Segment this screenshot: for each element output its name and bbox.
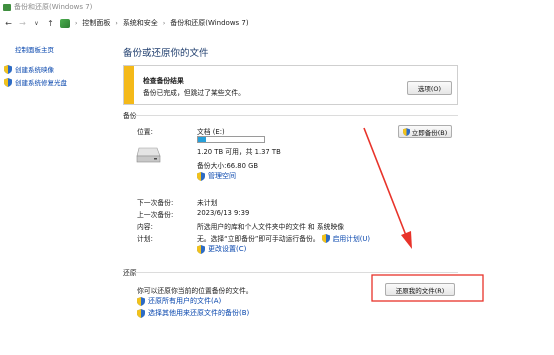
app-icon	[3, 3, 11, 11]
shield-icon	[137, 296, 145, 306]
shield-icon	[321, 233, 330, 243]
drive-icon	[136, 147, 161, 163]
restore-all-users-link[interactable]: 还原所有用户的文件(A)	[137, 296, 221, 306]
schedule-row: 无。选择“立即备份”即可手动运行备份。 启用计划(U)	[197, 233, 370, 243]
contents-label: 内容:	[137, 223, 153, 231]
change-settings-link[interactable]: 更改设置(C)	[197, 244, 246, 254]
backup-size-text: 备份大小:66.80 GB	[197, 162, 259, 170]
annotation-arrow-head	[401, 231, 412, 249]
next-backup-value: 未计划	[197, 199, 218, 207]
schedule-value: 无。选择“立即备份”即可手动运行备份。	[197, 235, 320, 243]
restore-all-users-label: 还原所有用户的文件(A)	[148, 297, 222, 305]
banner-message: 备份已完成，但跳过了某些文件。	[143, 89, 245, 97]
sidebar-item-label: 创建系统映像	[15, 66, 54, 74]
backup-result-banner: 检查备份结果 备份已完成，但跳过了某些文件。 选项(O)	[123, 65, 458, 105]
next-backup-label: 下一次备份:	[137, 199, 174, 207]
section-divider	[135, 272, 458, 273]
banner-title: 检查备份结果	[143, 77, 184, 85]
manage-space-label: 管理空间	[208, 172, 236, 180]
enable-schedule-link[interactable]: 启用计划(U)	[321, 233, 371, 243]
disk-usage-fill	[198, 137, 207, 142]
location-value: 文档 (E:)	[197, 128, 225, 136]
shield-icon	[402, 127, 410, 136]
breadcrumb-separator-icon: ›	[115, 19, 118, 27]
page-title: 备份或还原你的文件	[123, 48, 209, 59]
change-settings-label: 更改设置(C)	[208, 245, 247, 253]
breadcrumb-system-security[interactable]: 系统和安全	[123, 18, 158, 28]
last-backup-value: 2023/6/13 9:39	[197, 209, 250, 217]
select-other-backup-link[interactable]: 选择其他用来还原文件的备份(B)	[137, 308, 249, 318]
manage-space-link[interactable]: 管理空间	[197, 171, 236, 181]
enable-schedule-label: 启用计划(U)	[332, 235, 371, 243]
sidebar-item-label: 创建系统修复光盘	[15, 79, 67, 87]
back-arrow-icon[interactable]: ←	[4, 17, 13, 29]
sidebar-item-create-repair-disc[interactable]: 创建系统修复光盘	[4, 77, 67, 87]
forward-arrow-icon[interactable]: →	[18, 17, 27, 29]
window-title: 备份和还原(Windows 7)	[14, 3, 93, 11]
breadcrumb-control-panel[interactable]: 控制面板	[82, 18, 110, 28]
options-button[interactable]: 选项(O)	[407, 81, 452, 95]
restore-my-files-button[interactable]: 还原我的文件(R)	[385, 283, 455, 296]
shield-icon	[4, 64, 12, 74]
location-label: 位置:	[137, 128, 153, 136]
annotation-overlay	[363, 127, 484, 302]
shield-icon	[197, 244, 205, 254]
backup-now-label: 立即备份(B)	[411, 128, 448, 137]
warning-stripe	[124, 66, 134, 104]
sidebar-item-create-system-image[interactable]: 创建系统映像	[4, 64, 54, 74]
navigation-bar: ← → ∨ ↑ › 控制面板 › 系统和安全 › 备份和还原(Windows 7…	[0, 14, 554, 32]
recent-dropdown-icon[interactable]: ∨	[32, 17, 41, 29]
restore-description: 你可以还原你当前的位置备份的文件。	[137, 287, 253, 295]
control-panel-icon	[60, 18, 70, 28]
shield-icon	[197, 171, 205, 181]
shield-icon	[137, 308, 145, 318]
breadcrumb-backup-restore[interactable]: 备份和还原(Windows 7)	[170, 18, 248, 28]
contents-value: 所选用户的库和个人文件夹中的文件 和 系统映像	[197, 223, 345, 231]
breadcrumb-separator-icon: ›	[162, 19, 166, 27]
section-divider	[135, 115, 458, 116]
schedule-label: 计划:	[137, 235, 153, 243]
title-bar: 备份和还原(Windows 7)	[0, 0, 554, 14]
up-arrow-icon[interactable]: ↑	[46, 17, 55, 29]
disk-usage-bar	[197, 136, 265, 143]
space-available-text: 1.20 TB 可用，共 1.37 TB	[197, 148, 281, 156]
annotation-arrow	[363, 127, 408, 239]
select-other-backup-label: 选择其他用来还原文件的备份(B)	[148, 309, 250, 317]
control-panel-home-link[interactable]: 控制面板主页	[15, 44, 54, 54]
breadcrumb-separator-icon: ›	[75, 19, 78, 27]
last-backup-label: 上一次备份:	[137, 211, 174, 219]
shield-icon	[4, 77, 12, 87]
backup-now-button[interactable]: 立即备份(B)	[398, 125, 452, 138]
